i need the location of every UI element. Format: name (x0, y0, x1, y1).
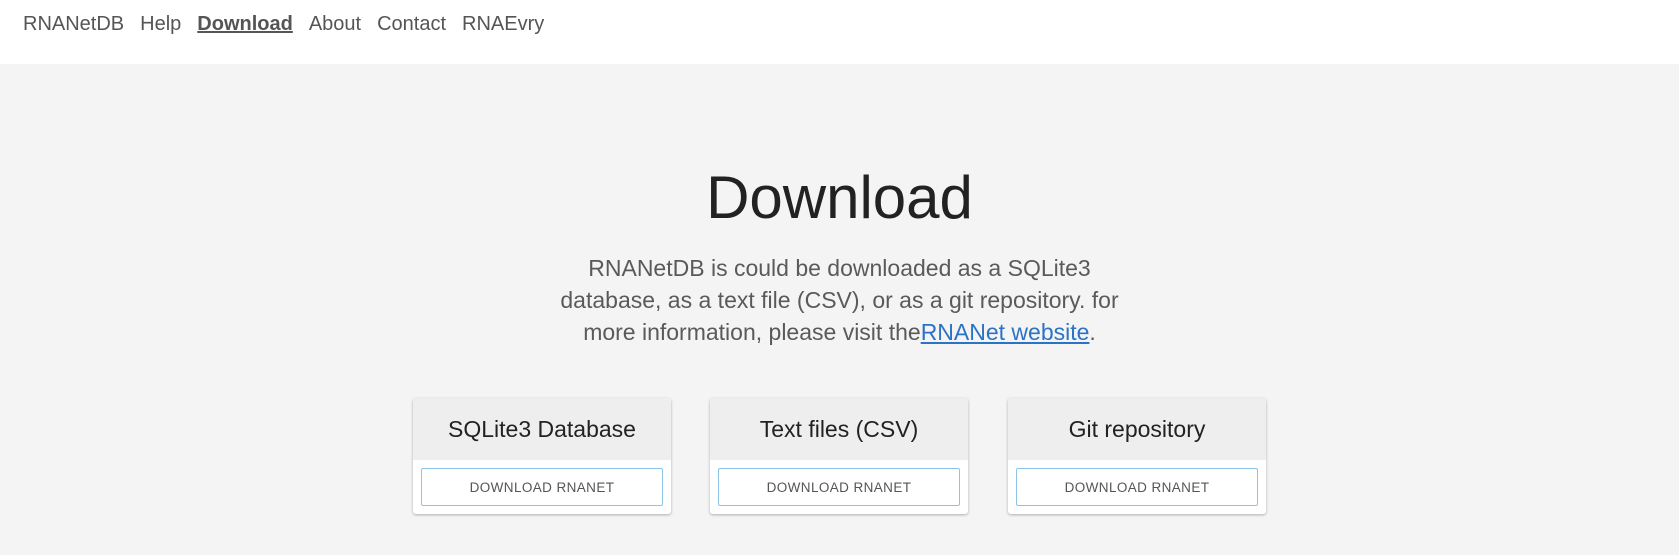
intro-paragraph: RNANetDB is could be downloaded as a SQL… (540, 252, 1139, 348)
nav-link-rnaevry[interactable]: RNAEvry (462, 12, 544, 36)
card-title: SQLite3 Database (413, 398, 671, 460)
nav-link-rnanetdb[interactable]: RNANetDB (23, 12, 124, 36)
nav-link-download[interactable]: Download (197, 12, 293, 36)
card-sqlite3: SQLite3 Database DOWNLOAD RNANET (413, 398, 671, 514)
download-csv-button[interactable]: DOWNLOAD RNANET (718, 468, 960, 506)
card-title: Git repository (1008, 398, 1266, 460)
top-navbar: RNANetDB Help Download About Contact RNA… (0, 0, 1679, 64)
download-sqlite3-button[interactable]: DOWNLOAD RNANET (421, 468, 663, 506)
intro-end: . (1089, 319, 1096, 345)
nav-link-about[interactable]: About (309, 12, 361, 36)
card-csv: Text files (CSV) DOWNLOAD RNANET (710, 398, 968, 514)
nav-link-contact[interactable]: Contact (377, 12, 446, 36)
nav-link-help[interactable]: Help (140, 12, 181, 36)
nav-menu: RNANetDB Help Download About Contact RNA… (23, 12, 544, 36)
card-title: Text files (CSV) (710, 398, 968, 460)
page-title: Download (706, 164, 973, 231)
rnanet-website-link[interactable]: RNANet website (921, 319, 1090, 345)
card-git: Git repository DOWNLOAD RNANET (1008, 398, 1266, 514)
download-git-button[interactable]: DOWNLOAD RNANET (1016, 468, 1258, 506)
download-section: Download RNANetDB is could be downloaded… (0, 64, 1679, 555)
